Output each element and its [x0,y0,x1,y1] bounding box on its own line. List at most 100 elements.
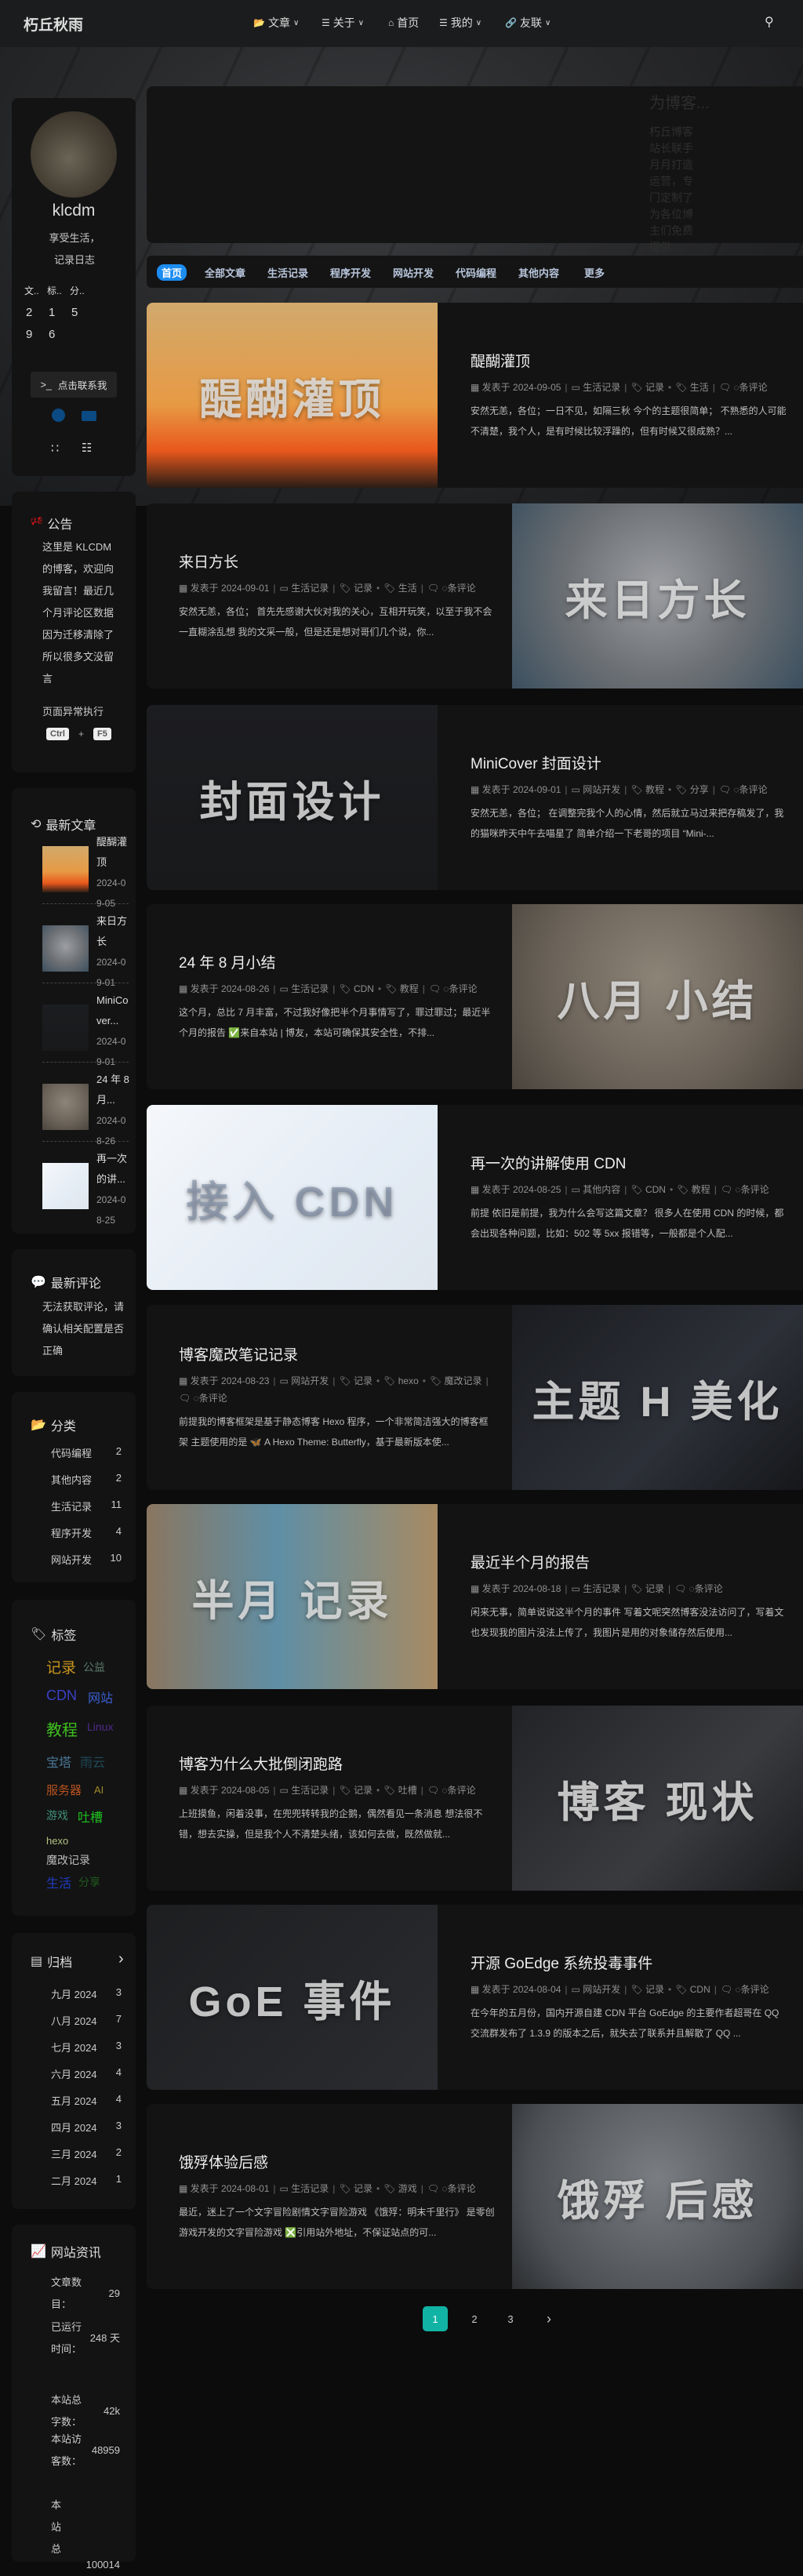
post-cover-image[interactable]: 八月 小结 [512,904,803,1089]
post-tag[interactable]: CDN [645,1184,666,1195]
post-tag[interactable]: 教程 [692,1184,710,1195]
post-cover-image[interactable]: 主题 H 美化 [512,1305,803,1490]
post-tag[interactable]: hexo [398,1375,419,1386]
post-card[interactable]: 八月 小结 24 年 8 月小结 ▦ 发表于 2024-08-26 | ▭ 生活记录 | 🏷… [147,904,803,1089]
tag-link[interactable]: hexo [46,1835,68,1847]
comment-count-label[interactable]: 条评论 [741,1984,769,1995]
category-tab[interactable]: 其他内容 [518,265,559,280]
contact-button[interactable]: >_ 点击联系我 [31,372,117,398]
comment-count-label[interactable]: 条评论 [448,1785,476,1796]
post-tag[interactable]: 记录 [645,382,664,393]
recent-post-item[interactable]: 醍醐灌顶 2024-09-05 [42,832,129,909]
post-card[interactable]: GoE 事件 开源 GoEdge 系统投毒事件 ▦ 发表于 2024-08-04 | ▭… [147,1905,803,2090]
comment-count-label[interactable]: 条评论 [449,983,478,994]
comment-count-label[interactable]: 条评论 [199,1393,227,1404]
post-title[interactable]: 最近半个月的报告 [471,1551,787,1572]
post-title[interactable]: 博客魔改笔记记录 [179,1343,496,1364]
tag-link[interactable]: 生活 [46,1873,71,1891]
post-title[interactable]: 再一次的讲解使用 CDN [471,1152,787,1173]
comment-count-label[interactable]: 条评论 [739,382,768,393]
category-tab[interactable]: 生活记录 [267,265,308,280]
post-card[interactable]: 接入 CDN 再一次的讲解使用 CDN ▦ 发表于 2024-08-25 | ▭ 其他内… [147,1105,803,1290]
tag-link[interactable]: 网站 [88,1688,113,1706]
post-tag[interactable]: 记录 [354,583,372,594]
post-category[interactable]: 生活记录 [291,983,329,994]
post-category[interactable]: 网站开发 [291,1375,329,1386]
post-cover-image[interactable]: 醍醐灌顶 [147,303,438,488]
post-category[interactable]: 生活记录 [291,583,329,594]
comment-count-label[interactable]: 条评论 [695,1583,723,1594]
recent-post-item[interactable]: MiniCover... 2024-09-01 [42,990,129,1067]
post-title[interactable]: 饿殍体验后感 [179,2151,496,2172]
post-card[interactable]: 半月 记录 最近半个月的报告 ▦ 发表于 2024-08-18 | ▭ 生活记录 | 🏷 记… [147,1504,803,1689]
archive-item[interactable]: 五月 2024 4 [51,2093,122,2108]
post-tag[interactable]: 教程 [645,784,664,795]
archive-item[interactable]: 四月 2024 3 [51,2120,122,2135]
stat-value[interactable]: 16 [49,302,58,346]
post-tag[interactable]: 游戏 [398,2183,417,2194]
post-category[interactable]: 生活记录 [583,382,620,393]
post-tag[interactable]: 记录 [645,1583,664,1594]
post-tag[interactable]: 生活 [690,382,709,393]
post-tag[interactable]: CDN [354,983,374,994]
category-item[interactable]: 程序开发 4 [51,1525,122,1540]
tag-link[interactable]: 魔改记录 [46,1852,90,1868]
post-tag[interactable]: CDN [690,1984,710,1995]
recent-post-thumbnail[interactable] [42,925,89,972]
post-cover-image[interactable]: 饿殍 后感 [512,2104,803,2289]
category-item[interactable]: 生活记录 11 [51,1499,122,1513]
comment-count-label[interactable]: 条评论 [739,784,768,795]
sitemap-icon[interactable]: ☷ [82,441,92,455]
post-cover-image[interactable]: GoE 事件 [147,1905,438,2090]
post-title[interactable]: 博客为什么大批倒闭跑路 [179,1753,496,1774]
post-category[interactable]: 其他内容 [583,1184,620,1195]
category-item[interactable]: 代码编程 2 [51,1445,122,1460]
post-category[interactable]: 生活记录 [583,1583,620,1594]
recent-post-thumbnail[interactable] [42,1084,89,1130]
github-icon[interactable] [52,409,65,422]
nav-item-0[interactable]: 📂 文章 ∨ [253,15,299,31]
stat-value[interactable]: 5 [71,302,81,324]
nav-item-3[interactable]: ☰ 我的 ∨ [439,15,481,31]
page-button[interactable]: 2 [462,2306,487,2331]
tag-link[interactable]: 教程 [46,1717,78,1740]
tag-link[interactable]: AI [94,1784,104,1796]
post-category[interactable]: 生活记录 [291,1785,329,1796]
archive-item[interactable]: 二月 2024 1 [51,2173,122,2188]
tag-link[interactable]: CDN [46,1688,77,1704]
post-card[interactable]: 主题 H 美化 博客魔改笔记记录 ▦ 发表于 2024-08-23 | ▭ 网站开发 | 🏷… [147,1305,803,1490]
recent-post-thumbnail[interactable] [42,1163,89,1209]
tag-link[interactable]: 公益 [83,1659,105,1675]
comment-count-label[interactable]: 条评论 [741,1184,769,1195]
post-cover-image[interactable]: 半月 记录 [147,1504,438,1689]
category-item[interactable]: 网站开发 10 [51,1552,122,1567]
comment-count-label[interactable]: 条评论 [448,2183,476,2194]
post-title[interactable]: 开源 GoEdge 系统投毒事件 [471,1952,787,1973]
comment-count-label[interactable]: 条评论 [448,583,476,594]
recent-post-item[interactable]: 来日方长 2024-09-01 [42,911,129,988]
nav-item-4[interactable]: 🔗 友联 ∨ [505,15,550,31]
post-tag[interactable]: 生活 [398,583,417,594]
rss-icon[interactable]: ∷ [51,441,59,456]
category-tab[interactable]: 首页 [157,264,187,281]
tag-link[interactable]: 分享 [78,1874,100,1890]
post-card[interactable]: 饿殍 后感 饿殍体验后感 ▦ 发表于 2024-08-01 | ▭ 生活记录 | 🏷 记录 •… [147,2104,803,2289]
recent-post-title[interactable]: 来日方长 [96,911,129,952]
post-tag[interactable]: 魔改记录 [445,1375,482,1386]
page-button[interactable]: 1 [423,2306,448,2331]
archive-item[interactable]: 八月 2024 7 [51,2013,122,2028]
post-tag[interactable]: 记录 [354,2183,372,2194]
archive-item[interactable]: 九月 2024 3 [51,1986,122,2001]
site-brand[interactable]: 朽丘秋雨 [24,13,83,35]
nav-item-2[interactable]: ⌂ 首页 [388,15,419,31]
tag-link[interactable]: 游戏 [46,1808,68,1823]
nav-item-1[interactable]: ☰ 关于 ∨ [322,15,364,31]
post-category[interactable]: 网站开发 [583,784,620,795]
post-card[interactable]: 醍醐灌顶 醍醐灌顶 ▦ 发表于 2024-09-05 | ▭ 生活记录 | 🏷 记录 • 🏷 生… [147,303,803,488]
post-card[interactable]: 封面设计 MiniCover 封面设计 ▦ 发表于 2024-09-01 | ▭ 网站开… [147,705,803,890]
post-card[interactable]: 来日方长 来日方长 ▦ 发表于 2024-09-01 | ▭ 生活记录 | 🏷 记录 • 🏷 生… [147,503,803,689]
recent-post-title[interactable]: 再一次的讲... [96,1149,129,1190]
post-tag[interactable]: 吐槽 [398,1785,417,1796]
page-button[interactable]: 3 [498,2306,523,2331]
tag-link[interactable]: 雨云 [80,1752,105,1771]
